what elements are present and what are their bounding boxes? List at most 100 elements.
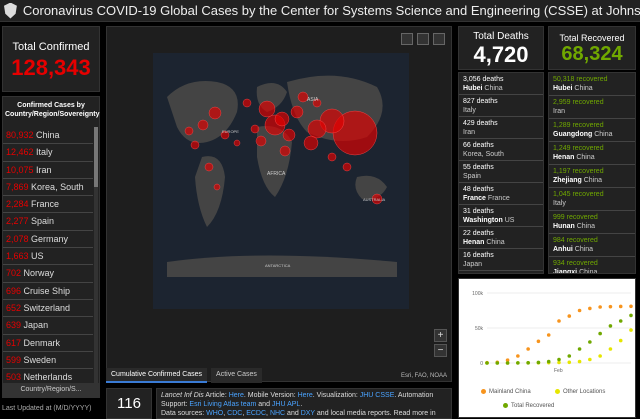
jhu-apl-link[interactable]: JHU APL <box>272 401 300 408</box>
legend-item[interactable]: Mainland China <box>481 389 531 395</box>
who-link[interactable]: WHO <box>206 410 223 417</box>
world-map[interactable]: EUROPE ASIA AFRICA AUSTRALIA ANTARCTICA … <box>106 26 452 382</box>
country-name: Spain <box>31 216 55 227</box>
case-count: 696 <box>6 285 22 296</box>
confirmed-list-scrollbar[interactable] <box>94 127 98 383</box>
list-item[interactable]: 2,959 recovered Iran <box>549 96 635 119</box>
country-name: China <box>486 239 505 246</box>
case-bubble[interactable] <box>204 162 214 172</box>
case-bubble[interactable] <box>184 126 194 136</box>
zoom-in-button[interactable]: + <box>434 329 447 342</box>
list-item[interactable]: 48 deaths France France <box>459 183 543 205</box>
legend-item[interactable]: Other Locations <box>555 389 605 395</box>
confirmed-list-selector[interactable]: Country/Region/S... <box>3 383 99 397</box>
recovered-list[interactable]: 50,318 recovered Hubei China 2,959 recover… <box>548 72 636 274</box>
case-bubble[interactable] <box>274 111 290 127</box>
deaths-list[interactable]: 3,056 deaths Hubei China 827 deaths Italy 42… <box>458 72 544 274</box>
scrollbar-thumb[interactable] <box>94 127 98 187</box>
list-item[interactable]: 702 Norway <box>3 265 93 283</box>
list-item[interactable]: 2,078 Germany <box>3 231 93 249</box>
case-bubble[interactable] <box>279 145 291 157</box>
list-item[interactable]: 652 Switzerland <box>3 300 93 318</box>
list-item[interactable]: 827 deaths Italy <box>459 95 543 117</box>
case-bubble[interactable] <box>213 183 221 191</box>
list-item[interactable]: 1,249 recovered Henan China <box>549 142 635 165</box>
total-recovered-label: Total Recovered <box>559 33 625 43</box>
series-point <box>577 347 582 351</box>
list-item[interactable]: 934 recovered Jiangxi China <box>549 257 635 273</box>
list-item[interactable]: 22 deaths Henan China <box>459 227 543 249</box>
list-item[interactable]: 429 deaths Iran <box>459 117 543 139</box>
case-count: 617 <box>6 337 22 348</box>
case-bubble[interactable] <box>303 135 319 151</box>
list-item[interactable]: 1,663 US <box>3 248 93 266</box>
list-item[interactable]: 617 Denmark <box>3 335 93 352</box>
esri-link[interactable]: Esri Living Atlas team <box>189 401 256 408</box>
list-item[interactable]: 503 Netherlands <box>3 369 93 383</box>
case-count: 10,075 <box>6 164 34 175</box>
nhc-link[interactable]: NHC <box>270 410 285 417</box>
case-bubble[interactable] <box>250 124 260 134</box>
series-point <box>588 306 592 311</box>
dxy-link[interactable]: DXY <box>301 410 315 417</box>
list-item[interactable]: 12,462 Italy <box>3 144 93 162</box>
series-point <box>618 319 623 323</box>
list-item[interactable]: 999 recovered Hunan China <box>549 211 635 234</box>
map-canvas[interactable]: EUROPE ASIA AFRICA AUSTRALIA ANTARCTICA <box>107 27 453 383</box>
case-bubble[interactable] <box>190 140 200 150</box>
list-item[interactable]: 50,318 recovered Hubei China <box>549 73 635 96</box>
list-icon[interactable] <box>417 33 429 45</box>
case-bubble[interactable] <box>258 100 276 118</box>
series-point <box>629 313 633 318</box>
total-confirmed-label: Total Confirmed <box>12 41 90 53</box>
jhu-csse-link[interactable]: JHU CSSE <box>360 392 395 399</box>
list-item[interactable]: 639 Japan <box>3 317 93 335</box>
case-bubble[interactable] <box>233 139 241 147</box>
case-bubble[interactable] <box>282 128 296 142</box>
case-bubble[interactable] <box>307 119 327 139</box>
zoom-out-button[interactable]: − <box>434 344 447 357</box>
list-item[interactable]: 31 deaths Washington US <box>459 205 543 227</box>
country-name: China <box>594 131 613 138</box>
list-item[interactable]: 1,197 recovered Zhejiang China <box>549 165 635 188</box>
case-bubble[interactable] <box>208 106 222 120</box>
article-link[interactable]: Here <box>229 392 244 399</box>
series-point <box>577 359 582 364</box>
map-tabs: Cumulative Confirmed Cases Active Cases <box>106 368 262 383</box>
series-point <box>567 314 572 318</box>
list-item[interactable]: 3,056 deaths Hubei China <box>459 73 543 95</box>
cdc-link[interactable]: CDC <box>227 410 242 417</box>
case-bubble[interactable] <box>327 152 337 162</box>
death-count: 48 deaths <box>463 186 494 193</box>
series-point <box>516 361 520 365</box>
label-africa: AFRICA <box>267 171 286 177</box>
list-item[interactable]: 16 deaths Japan <box>459 249 543 271</box>
list-item[interactable]: 1,045 recovered Italy <box>549 188 635 211</box>
case-bubble[interactable] <box>290 105 304 119</box>
tab-active-cases[interactable]: Active Cases <box>211 368 262 383</box>
list-item[interactable]: 2,284 France <box>3 196 93 214</box>
legend-item[interactable]: Total Recovered <box>503 403 554 409</box>
case-bubble[interactable] <box>255 135 267 147</box>
case-bubble[interactable] <box>242 98 252 108</box>
list-item[interactable]: 1,289 recovered Guangdong China <box>549 119 635 142</box>
list-item[interactable]: 10,075 Iran <box>3 162 93 179</box>
ecdc-link[interactable]: ECDC <box>246 410 266 417</box>
bookmark-icon[interactable] <box>401 33 413 45</box>
list-item[interactable]: 599 Sweden <box>3 352 93 370</box>
list-item[interactable]: 66 deaths Korea, South <box>459 139 543 161</box>
tab-cumulative-confirmed[interactable]: Cumulative Confirmed Cases <box>106 368 208 383</box>
list-item[interactable]: 2,277 Spain <box>3 213 93 231</box>
confirmed-list[interactable]: 80,932 China 12,462 Italy 10,075 Iran 7,869… <box>3 127 93 383</box>
list-item[interactable]: 80,932 China <box>3 127 93 145</box>
list-item[interactable]: 55 deaths Spain <box>459 161 543 183</box>
list-item[interactable]: 7,869 Korea, South <box>3 179 93 197</box>
list-item[interactable]: 696 Cruise Ship <box>3 283 93 300</box>
list-item[interactable]: 984 recovered Anhui China <box>549 234 635 257</box>
mobile-link[interactable]: Here <box>298 392 313 399</box>
grid-icon[interactable] <box>433 33 445 45</box>
case-bubble[interactable] <box>197 119 209 131</box>
info-text: and <box>256 401 272 408</box>
case-bubble[interactable] <box>342 162 352 172</box>
series-point <box>526 347 530 351</box>
